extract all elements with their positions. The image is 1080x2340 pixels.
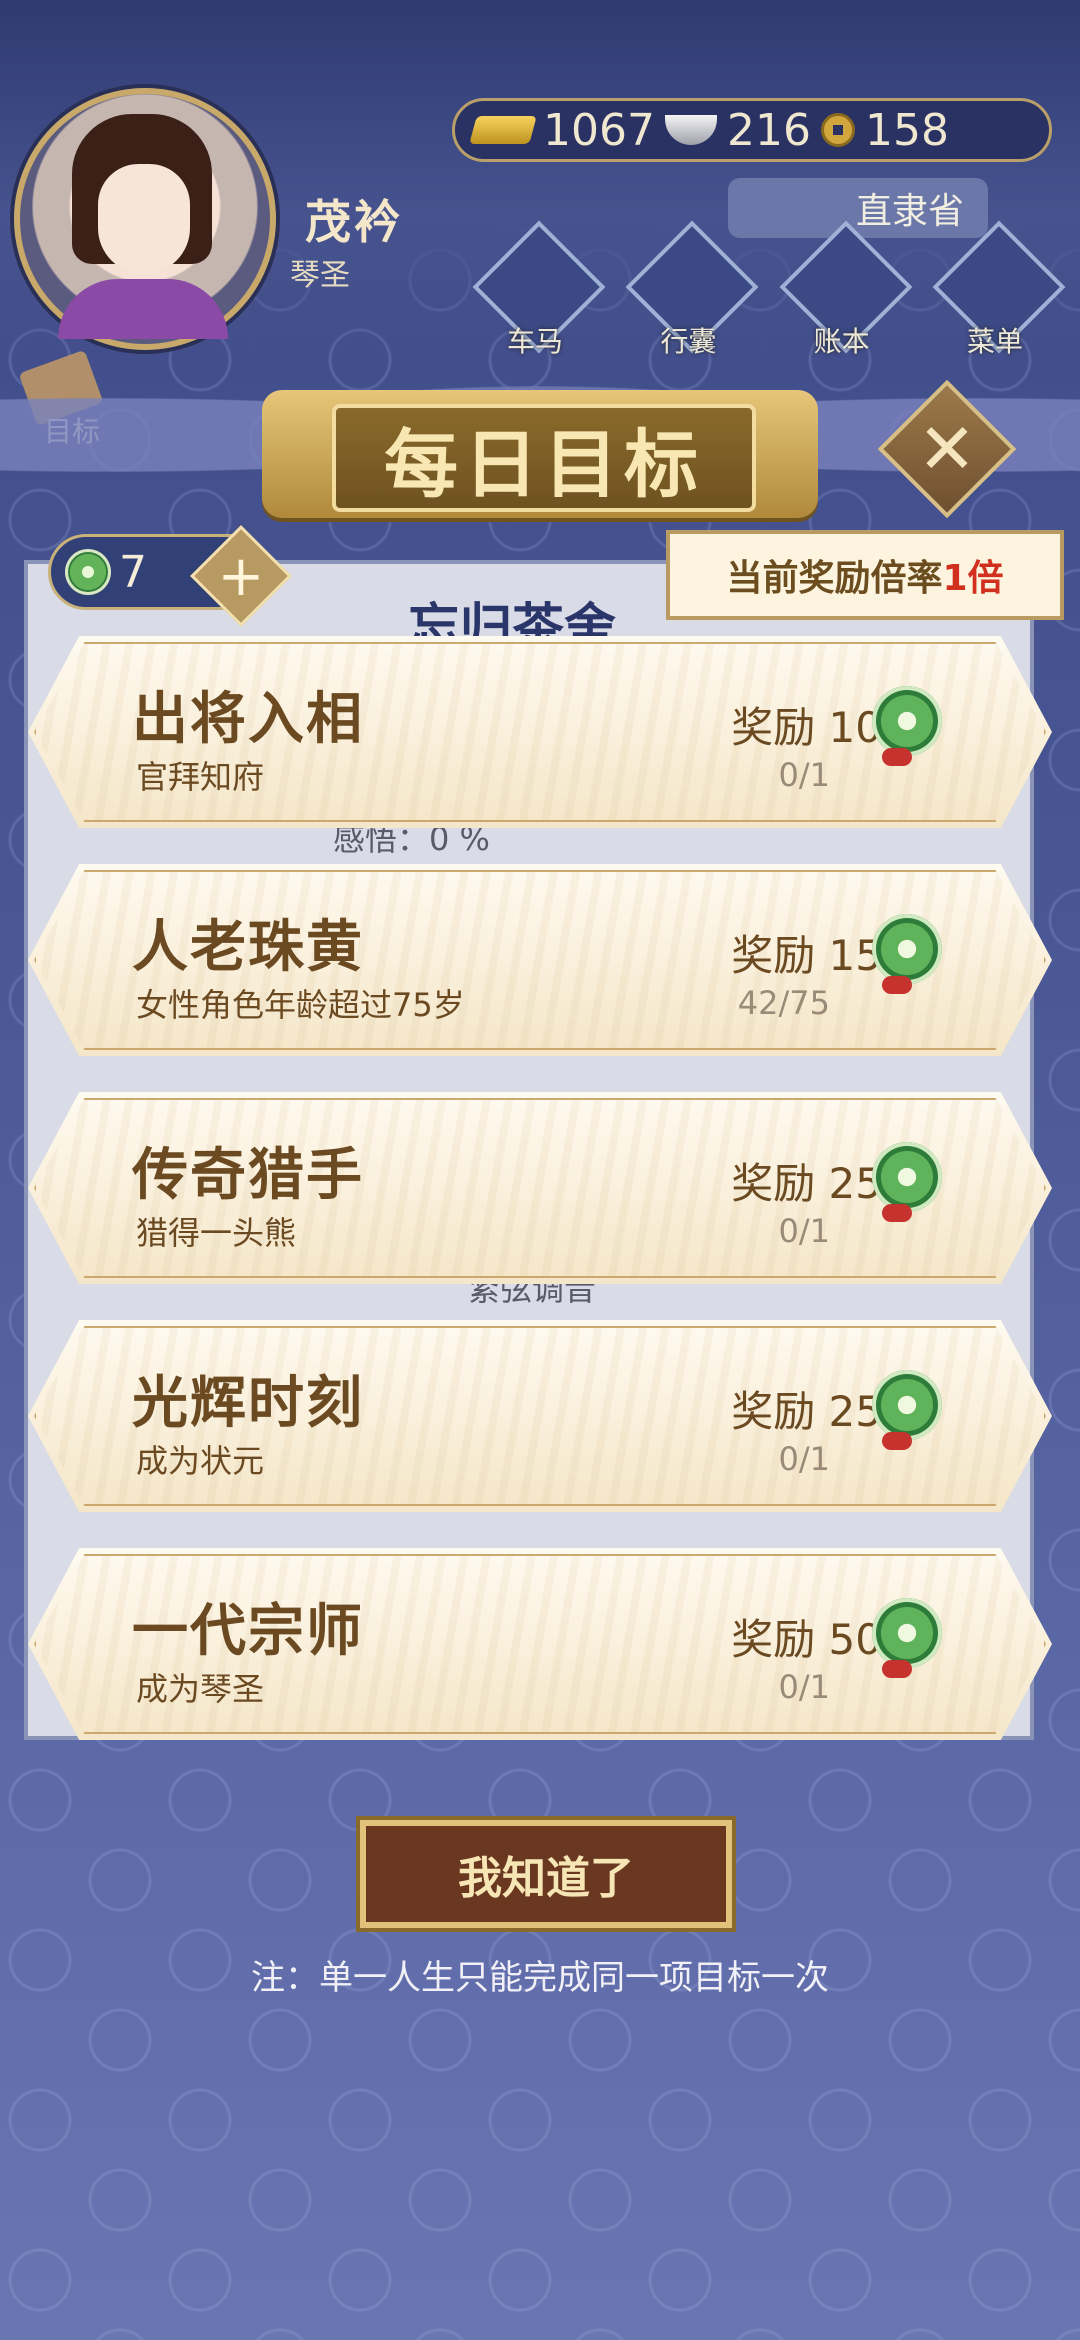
silver-amount: 216 bbox=[726, 104, 811, 156]
confirm-button[interactable]: 我知道了 bbox=[360, 1820, 732, 1928]
goal-desc: 官拜知府 bbox=[136, 758, 265, 796]
jade-reward-icon bbox=[872, 1598, 942, 1678]
goal-progress: 0/1 bbox=[778, 1212, 831, 1250]
silver-ingot-icon bbox=[664, 115, 717, 145]
location-label: 直隶省 bbox=[855, 191, 964, 232]
goal-desc: 猎得一头熊 bbox=[136, 1214, 297, 1252]
goal-progress: 42/75 bbox=[737, 984, 830, 1022]
reward-multiplier: 当前奖励倍率 1倍 bbox=[666, 530, 1064, 620]
jade-reward-icon bbox=[872, 914, 942, 994]
goal-card[interactable]: 光辉时刻 成为状元 奖励 25 0/1 bbox=[28, 1320, 1052, 1512]
goal-desc: 成为琴圣 bbox=[136, 1670, 265, 1708]
footer-note: 注：单一人生只能完成同一项目标一次 bbox=[251, 1958, 829, 1998]
goal-title: 一代宗师 bbox=[132, 1599, 364, 1664]
nav-bar: 车马 行囊 账本 菜单 bbox=[470, 220, 1066, 360]
jade-reward-icon bbox=[872, 1142, 942, 1222]
dialog-title: 每日目标 bbox=[332, 404, 756, 512]
goal-title: 传奇猎手 bbox=[132, 1143, 364, 1208]
top-bar: 茂衿 琴圣 1067 216 158 直隶省 车马 行囊 账本 菜单 bbox=[0, 0, 1080, 360]
goal-reward: 奖励 25 bbox=[731, 1387, 882, 1436]
location-badge[interactable]: 直隶省 bbox=[728, 178, 988, 238]
coin-amount: 158 bbox=[864, 104, 949, 156]
jade-reward-icon bbox=[872, 1370, 942, 1450]
close-icon: ✕ bbox=[917, 408, 977, 490]
plus-icon: + bbox=[217, 543, 265, 609]
goal-title: 出将入相 bbox=[132, 687, 364, 752]
goal-desc: 女性角色年龄超过75岁 bbox=[136, 986, 465, 1024]
gold-ingot-icon bbox=[469, 116, 537, 144]
goal-card[interactable]: 一代宗师 成为琴圣 奖励 50 0/1 bbox=[28, 1548, 1052, 1740]
player-title: 琴圣 bbox=[290, 258, 350, 293]
jade-reward-icon bbox=[872, 686, 942, 766]
player-name: 茂衿 bbox=[305, 195, 403, 249]
goal-reward: 奖励 50 bbox=[731, 1615, 882, 1664]
goal-reward: 奖励 25 bbox=[731, 1159, 882, 1208]
nav-menu-button[interactable]: 菜单 bbox=[930, 220, 1066, 360]
nav-carriage-button[interactable]: 车马 bbox=[470, 220, 606, 360]
goal-progress: 0/1 bbox=[778, 756, 831, 794]
goal-desc: 成为状元 bbox=[136, 1442, 265, 1480]
gold-amount: 1067 bbox=[543, 104, 655, 156]
goal-title: 人老珠黄 bbox=[132, 915, 364, 980]
dialog-title-plaque: 每日目标 bbox=[262, 390, 818, 518]
nav-bag-button[interactable]: 行囊 bbox=[623, 220, 759, 360]
goal-reward: 奖励 10 bbox=[731, 703, 882, 752]
goal-reward: 奖励 15 bbox=[731, 931, 882, 980]
goal-progress: 0/1 bbox=[778, 1668, 831, 1706]
goal-card[interactable]: 人老珠黄 女性角色年龄超过75岁 奖励 15 42/75 bbox=[28, 864, 1052, 1056]
copper-coin-icon bbox=[820, 113, 855, 147]
goal-card[interactable]: 出将入相 官拜知府 奖励 10 0/1 bbox=[28, 636, 1052, 828]
goal-title: 光辉时刻 bbox=[132, 1371, 364, 1436]
currency-bar: 1067 216 158 bbox=[452, 98, 1052, 162]
player-avatar[interactable] bbox=[14, 88, 276, 350]
jade-icon bbox=[65, 549, 111, 595]
goal-card[interactable]: 传奇猎手 猎得一头熊 奖励 25 0/1 bbox=[28, 1092, 1052, 1284]
jade-count: 7 bbox=[119, 546, 147, 598]
nav-ledger-button[interactable]: 账本 bbox=[777, 220, 913, 360]
goal-progress: 0/1 bbox=[778, 1440, 831, 1478]
